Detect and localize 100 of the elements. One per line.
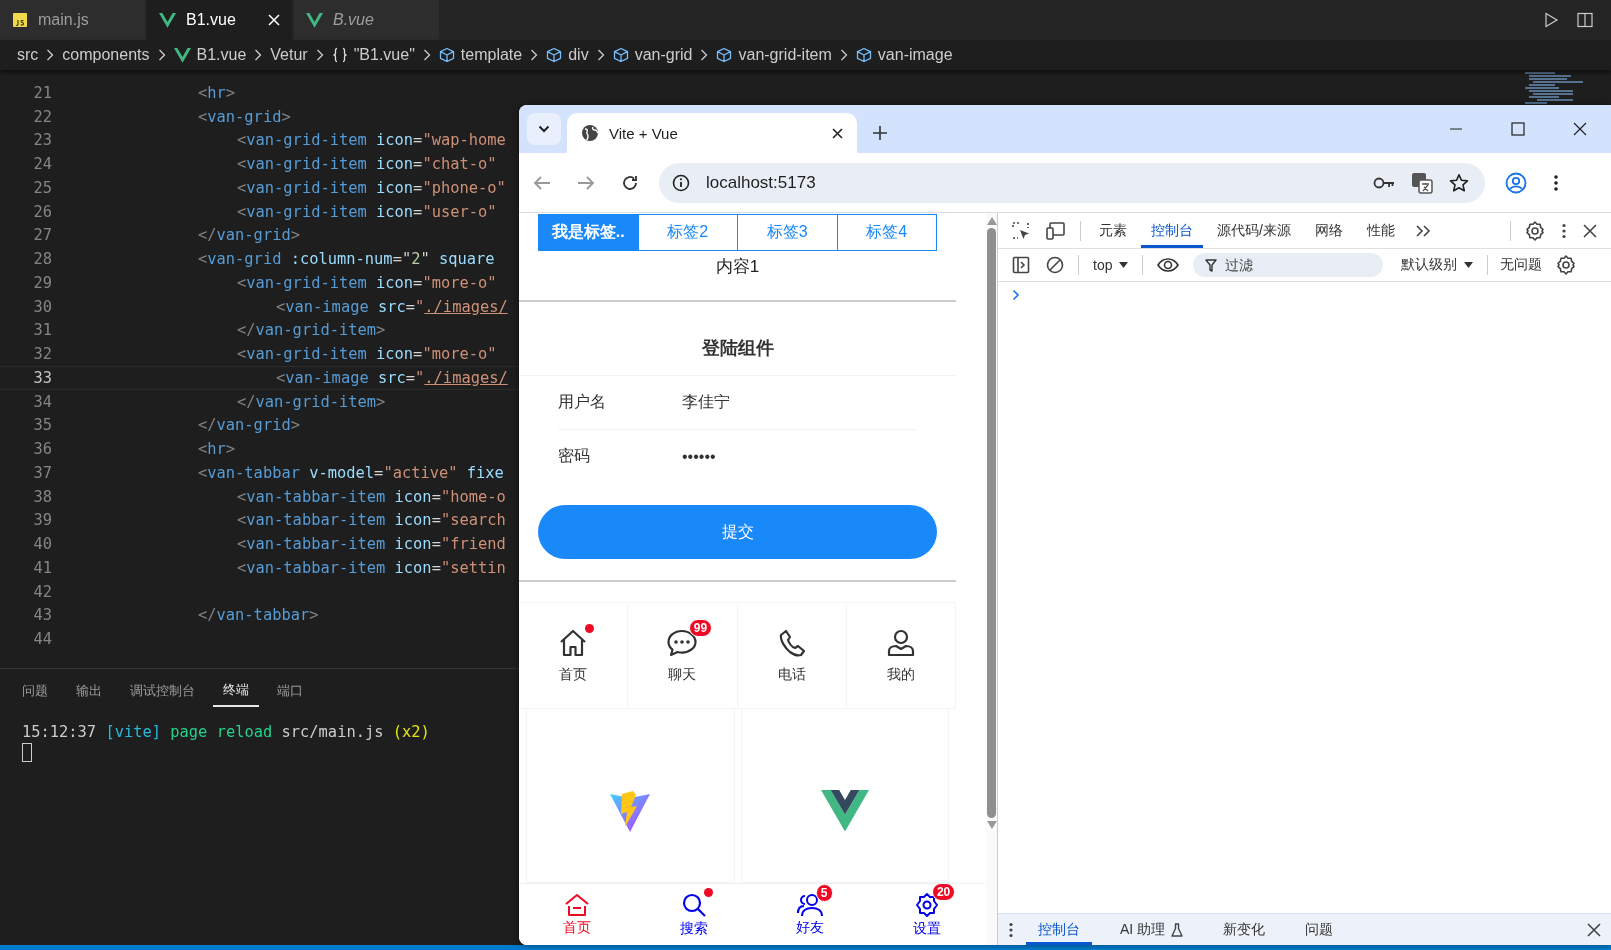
filter-field[interactable]: 过滤 <box>1193 253 1384 277</box>
chevron-right-icon <box>46 49 55 61</box>
line-number: 28 <box>32 250 52 269</box>
chevron-right-icon <box>254 49 263 61</box>
profile-icon[interactable] <box>1505 171 1527 194</box>
line-number: 22 <box>32 107 52 126</box>
more-icon[interactable] <box>1561 222 1567 239</box>
tabbar-item[interactable]: 首页 <box>519 884 636 945</box>
device-toolbar-icon[interactable] <box>1046 221 1066 240</box>
input-field[interactable]: •••••• <box>682 447 882 466</box>
more-tabs-icon[interactable] <box>1414 223 1431 238</box>
settings-icon[interactable] <box>1556 255 1577 275</box>
close-icon[interactable] <box>1583 223 1597 238</box>
panel-tab[interactable]: 端口 <box>267 676 313 706</box>
grid-item[interactable]: 我的 <box>846 603 956 709</box>
code-line: <van-tabbar-item icon="friend <box>236 535 506 554</box>
star-icon[interactable] <box>1449 172 1469 193</box>
devtools-tab[interactable]: 性能 <box>1356 213 1405 248</box>
lightning-logo-icon <box>609 789 652 832</box>
new-tab-icon[interactable] <box>873 126 887 140</box>
context-dropdown[interactable]: top <box>1087 257 1135 273</box>
tab[interactable]: 我是标签.. <box>539 215 638 250</box>
devtools-tab[interactable]: 元素 <box>1089 213 1137 248</box>
cube-icon <box>855 47 872 63</box>
grid-item[interactable]: 电话 <box>737 603 847 709</box>
issues-count[interactable]: 无问题 <box>1496 256 1547 274</box>
forward-icon[interactable] <box>577 174 595 191</box>
input-field[interactable]: 李佳宁 <box>682 393 882 412</box>
devtools-tab[interactable]: 网络 <box>1304 213 1353 248</box>
tabbar-item[interactable]: 搜索 <box>635 884 752 945</box>
devtools-tab[interactable]: 源代码/来源 <box>1207 213 1301 248</box>
clear-icon[interactable] <box>1046 256 1064 274</box>
breadcrumb-item[interactable]: van-grid-item <box>716 46 832 64</box>
back-icon[interactable] <box>533 174 551 191</box>
drawer-tab[interactable]: 控制台 <box>1026 914 1092 945</box>
editor-tab[interactable]: B.vue <box>294 0 439 40</box>
close-icon[interactable] <box>1573 122 1587 136</box>
tabbar-item[interactable]: 20 设置 <box>868 884 985 945</box>
code-line: </van-grid-item> <box>236 321 386 340</box>
breadcrumb-item[interactable]: B1.vue <box>173 46 247 64</box>
drawer-tab[interactable]: 新变化 <box>1211 914 1278 945</box>
editor-tab[interactable]: main.js <box>0 0 145 40</box>
vue-file-icon <box>173 47 191 63</box>
drawer-tab[interactable]: 问题 <box>1293 914 1346 945</box>
reload-icon[interactable] <box>621 173 639 192</box>
tabbar-item[interactable]: 5 好友 <box>752 884 869 945</box>
line-number: 39 <box>32 511 52 530</box>
breadcrumb-item[interactable]: src <box>17 46 39 64</box>
scrollbar[interactable] <box>986 213 997 945</box>
more-icon[interactable] <box>1553 173 1559 192</box>
address-bar[interactable]: localhost:5173 <box>659 162 1485 203</box>
code-line: <van-tabbar-item icon="home-o <box>236 487 506 506</box>
panel-tab[interactable]: 问题 <box>12 676 58 706</box>
split-editor-icon[interactable] <box>1577 12 1593 28</box>
scroll-up-icon[interactable] <box>986 217 997 225</box>
breadcrumb-item[interactable]: Vetur <box>270 46 308 64</box>
sidebar-icon[interactable] <box>1012 256 1030 274</box>
key-icon[interactable] <box>1373 176 1395 189</box>
drawer-tab[interactable]: AI 助理 <box>1108 914 1196 945</box>
scroll-thumb[interactable] <box>987 228 996 818</box>
code-line: <van-grid-item icon="more-o" <box>236 273 497 292</box>
breadcrumb-item[interactable]: template <box>438 46 523 64</box>
code-line: </van-tabbar> <box>197 606 319 625</box>
v-logo-icon <box>820 789 869 832</box>
grid-item[interactable]: 99 聊天 <box>628 603 738 709</box>
panel-tab[interactable]: 输出 <box>66 676 112 706</box>
code-line: </van-grid> <box>197 416 300 435</box>
tab[interactable]: 标签2 <box>637 215 737 250</box>
submit-button[interactable]: 提交 <box>538 505 937 559</box>
line-number: 23 <box>32 131 52 150</box>
close-icon[interactable] <box>1587 922 1601 937</box>
more-icon[interactable] <box>1008 921 1014 938</box>
inspect-icon[interactable] <box>1012 221 1030 240</box>
scroll-down-icon[interactable] <box>986 821 997 829</box>
run-icon[interactable] <box>1543 12 1559 28</box>
translate-icon[interactable] <box>1411 171 1433 194</box>
settings-icon[interactable] <box>1525 220 1545 241</box>
line-number: 25 <box>32 178 52 197</box>
editor-tab[interactable]: B1.vue <box>147 0 292 40</box>
tab-search-button[interactable] <box>527 113 561 145</box>
line-number: 31 <box>32 321 52 340</box>
maximize-icon[interactable] <box>1511 122 1525 136</box>
breadcrumb-item[interactable]: van-grid <box>612 46 693 64</box>
breadcrumb-item[interactable]: div <box>546 46 589 64</box>
chevron-right-icon <box>839 49 848 61</box>
code-line: <van-grid-item icon="chat-o" <box>236 155 497 174</box>
eye-icon[interactable] <box>1157 258 1180 272</box>
browser-tab[interactable]: Vite + Vue <box>567 113 857 153</box>
tab[interactable]: 标签4 <box>836 215 936 250</box>
tab[interactable]: 标签3 <box>737 215 837 250</box>
breadcrumb-item[interactable]: "B1.vue" <box>331 46 415 64</box>
breadcrumb-item[interactable]: components <box>62 46 150 64</box>
panel-tab[interactable]: 调试控制台 <box>120 676 205 706</box>
line-number: 33 <box>32 368 52 387</box>
devtools-tab[interactable]: 控制台 <box>1141 213 1203 248</box>
breadcrumb-item[interactable]: van-image <box>855 46 953 64</box>
panel-tab[interactable]: 终端 <box>213 675 259 707</box>
grid-item[interactable]: 首页 <box>519 603 629 709</box>
close-icon[interactable] <box>832 127 843 139</box>
log-level-dropdown[interactable]: 默认级别 <box>1395 256 1480 274</box>
